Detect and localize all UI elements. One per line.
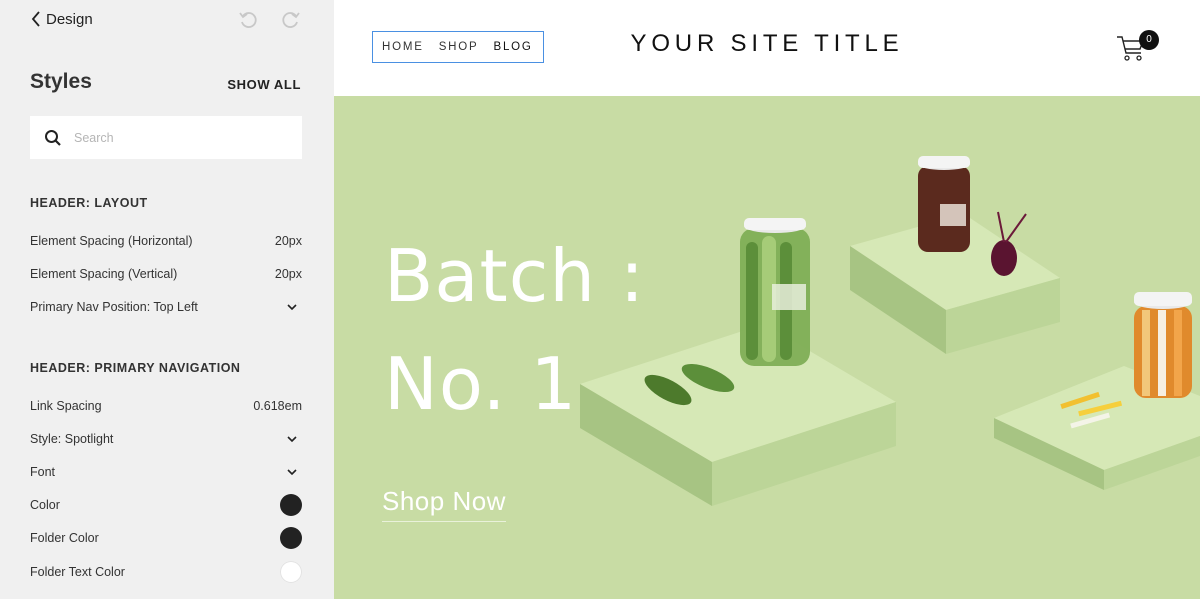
row-value: 20px — [274, 267, 302, 281]
hero-heading-line-1: Batch : — [384, 234, 646, 318]
row-label: Color — [30, 498, 60, 512]
row-label: Style: Spotlight — [30, 432, 114, 446]
row-label: Folder Text Color — [30, 565, 125, 579]
site-preview: HOME SHOP BLOG YOUR SITE TITLE 0 Batch:… — [334, 0, 1200, 599]
site-header: HOME SHOP BLOG YOUR SITE TITLE 0 — [334, 0, 1200, 96]
section-title-primary-navigation: HEADER: PRIMARY NAVIGATION — [30, 361, 241, 375]
row-value: 0.618em — [253, 399, 302, 413]
row-label: Font — [30, 465, 56, 479]
shop-now-button[interactable]: Shop Now — [382, 486, 506, 522]
row-primary-nav-position[interactable]: Primary Nav Position: Top Left — [30, 296, 302, 318]
color-swatch[interactable] — [280, 527, 302, 549]
hero-banner: Batch : No. 1 Shop Now — [334, 96, 1200, 599]
search-box[interactable] — [30, 116, 302, 159]
chevron-left-icon — [31, 11, 40, 27]
row-label: Folder Color — [30, 531, 99, 545]
row-element-spacing-horizontal[interactable]: Element Spacing (Horizontal) 20px — [30, 230, 302, 252]
style-panel: Design Styles SHOW ALL HEADER: LAYOUT El… — [0, 0, 334, 599]
row-link-spacing[interactable]: Link Spacing 0.618em — [30, 395, 302, 417]
back-label: Design — [46, 10, 93, 28]
row-label: Link Spacing — [30, 399, 102, 413]
hero-heading: Batch : No. 1 — [384, 222, 645, 438]
cart-count-badge: 0 — [1139, 30, 1159, 50]
color-swatch[interactable] — [280, 561, 302, 583]
row-font[interactable]: Font — [30, 461, 302, 483]
cart-button[interactable]: 0 — [1116, 30, 1160, 64]
row-folder-text-color[interactable]: Folder Text Color — [30, 561, 302, 583]
row-element-spacing-vertical[interactable]: Element Spacing (Vertical) 20px — [30, 263, 302, 285]
search-icon — [45, 129, 61, 146]
undo-icon[interactable] — [237, 8, 259, 30]
color-swatch[interactable] — [280, 494, 302, 516]
row-style-spotlight[interactable]: Style: Spotlight — [30, 428, 302, 450]
show-all-button[interactable]: SHOW ALL — [227, 77, 301, 92]
chevron-down-icon — [287, 469, 297, 476]
search-input[interactable] — [74, 130, 274, 145]
chevron-down-icon — [287, 436, 297, 443]
row-folder-color[interactable]: Folder Color — [30, 527, 302, 549]
hero-heading-line-2: No. 1 — [384, 342, 578, 426]
row-value: 20px — [274, 234, 302, 248]
site-title[interactable]: YOUR SITE TITLE — [334, 30, 1200, 58]
redo-icon[interactable] — [280, 8, 302, 30]
panel-topbar: Design — [0, 0, 334, 38]
chevron-down-icon — [287, 304, 297, 311]
row-label: Primary Nav Position: Top Left — [30, 300, 198, 314]
panel-title: Styles — [30, 70, 92, 93]
section-title-header-layout: HEADER: LAYOUT — [30, 196, 148, 210]
row-color[interactable]: Color — [30, 494, 302, 516]
row-label: Element Spacing (Horizontal) — [30, 234, 193, 248]
back-to-design-button[interactable]: Design — [30, 9, 93, 29]
row-label: Element Spacing (Vertical) — [30, 267, 178, 281]
